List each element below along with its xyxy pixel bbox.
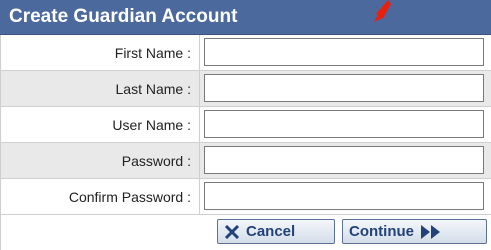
user-name-row: User Name :: [0, 107, 491, 143]
password-label-cell: Password :: [0, 143, 200, 179]
button-row: Cancel Continue: [0, 215, 491, 250]
password-label: Password :: [121, 153, 191, 169]
red-arrow-icon: [374, 0, 391, 22]
confirm-password-input-cell: [200, 179, 491, 215]
last-name-row: Last Name :: [0, 71, 491, 107]
first-name-input[interactable]: [204, 38, 484, 66]
confirm-password-label: Confirm Password :: [68, 189, 191, 205]
user-name-label-cell: User Name :: [0, 107, 200, 143]
user-name-input[interactable]: [204, 110, 484, 138]
user-name-label: User Name :: [112, 117, 191, 133]
cancel-button[interactable]: Cancel: [217, 219, 335, 244]
first-name-input-cell: [200, 35, 491, 71]
confirm-password-row: Confirm Password :: [0, 179, 491, 215]
password-input[interactable]: [204, 146, 484, 174]
user-name-input-cell: [200, 107, 491, 143]
form-header: Create Guardian Account: [0, 0, 491, 35]
last-name-label: Last Name :: [115, 81, 191, 97]
last-name-label-cell: Last Name :: [0, 71, 200, 107]
first-name-label-cell: First Name :: [0, 35, 200, 71]
confirm-password-label-cell: Confirm Password :: [0, 179, 200, 215]
button-row-border: [0, 215, 1, 250]
double-arrow-right-icon: [420, 224, 442, 239]
last-name-input[interactable]: [204, 74, 484, 102]
password-row: Password :: [0, 143, 491, 179]
first-name-label: First Name :: [114, 45, 191, 61]
cancel-button-label: Cancel: [246, 223, 296, 240]
continue-button-label: Continue: [349, 223, 414, 240]
confirm-password-input[interactable]: [204, 182, 484, 210]
form-title: Create Guardian Account: [9, 6, 238, 27]
first-name-row: First Name :: [0, 35, 491, 71]
continue-button[interactable]: Continue: [342, 219, 487, 244]
password-input-cell: [200, 143, 491, 179]
x-close-icon: [224, 224, 240, 239]
last-name-input-cell: [200, 71, 491, 107]
